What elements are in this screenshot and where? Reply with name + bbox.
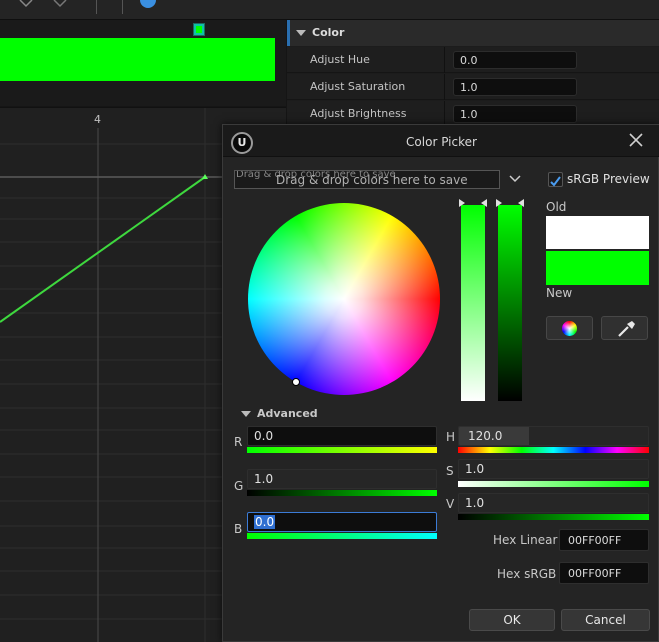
column-divider[interactable] <box>444 47 445 73</box>
channel-v-label: V <box>446 497 455 511</box>
hex-linear-input[interactable]: 00FF00FF <box>559 529 649 551</box>
channel-g-label: G <box>234 479 244 493</box>
old-color-swatch[interactable] <box>546 216 649 249</box>
property-row-adjust-hue: Adjust Hue 0.0 <box>287 47 659 73</box>
info-icon[interactable] <box>138 0 158 8</box>
details-panel: Color Adjust Hue 0.0 Adjust Saturation 1… <box>287 20 659 130</box>
gradient-bar[interactable] <box>0 38 275 81</box>
property-name: Adjust Hue <box>310 53 370 66</box>
saturation-channel-input[interactable]: 1.0 <box>458 459 649 479</box>
blue-channel-selection: 0.0 <box>254 515 276 529</box>
saturation-channel-gradient[interactable] <box>458 481 649 487</box>
old-color-label: Old <box>546 200 567 214</box>
hex-linear-label: Hex Linear <box>493 533 558 547</box>
chevron-down-icon[interactable] <box>508 173 522 185</box>
adjust-brightness-input[interactable]: 1.0 <box>453 105 577 123</box>
red-channel-input[interactable]: 0.0 <box>247 426 437 446</box>
color-wheel[interactable] <box>248 203 440 395</box>
checkmark-icon <box>550 176 561 187</box>
saturation-slider[interactable] <box>459 199 487 401</box>
property-name: Adjust Saturation <box>310 80 406 93</box>
value-channel-gradient[interactable] <box>458 514 649 520</box>
slider-handle-icon[interactable] <box>496 199 524 207</box>
hex-srgb-label: Hex sRGB <box>497 567 557 581</box>
green-channel-input[interactable]: 1.0 <box>247 469 437 489</box>
red-channel-gradient[interactable] <box>247 447 437 453</box>
srgb-preview-label: sRGB Preview <box>567 172 650 186</box>
color-wheel-selector[interactable] <box>292 378 300 386</box>
eyedropper-icon <box>618 321 635 337</box>
hue-channel-input[interactable]: 120.0 <box>458 426 649 446</box>
color-wheel-mode-button[interactable] <box>546 316 593 340</box>
channel-r-label: R <box>234 435 243 449</box>
editor-root: 4 Color Adjust Hue 0.0 Adjust Saturation… <box>0 0 659 642</box>
category-color-header[interactable]: Color <box>287 20 659 46</box>
eyedropper-button[interactable] <box>601 316 648 340</box>
advanced-section-label[interactable]: Advanced <box>257 407 318 420</box>
gradient-preview-panel <box>0 20 286 106</box>
green-channel-gradient[interactable] <box>247 490 437 496</box>
toolbar-divider <box>122 0 123 14</box>
adjust-hue-input[interactable]: 0.0 <box>453 51 577 69</box>
hex-srgb-input[interactable]: 00FF00FF <box>559 562 649 584</box>
color-theme-drop-area[interactable]: Drag & drop colors here to save Drag & d… <box>234 170 500 189</box>
color-picker-window: U Color Picker Drag & drop colors here t… <box>222 124 659 642</box>
channel-h-label: H <box>446 430 456 444</box>
theme-bar-text: Drag & drop colors here to save <box>276 173 468 187</box>
new-color-label: New <box>546 286 573 300</box>
srgb-preview-checkbox[interactable] <box>548 172 563 187</box>
color-wheel-icon <box>562 321 577 336</box>
move-icon[interactable] <box>18 0 34 8</box>
property-row-adjust-saturation: Adjust Saturation 1.0 <box>287 74 659 100</box>
gradient-stop-handle[interactable] <box>193 23 205 36</box>
snap-icon[interactable] <box>96 0 97 14</box>
cancel-button[interactable]: Cancel <box>561 609 650 631</box>
collapse-arrow-icon[interactable] <box>296 30 306 36</box>
hue-value: 120.0 <box>468 429 503 443</box>
window-titlebar[interactable]: U Color Picker <box>223 125 659 157</box>
axis-tick-label: 4 <box>94 113 101 126</box>
channel-s-label: S <box>446 464 454 478</box>
column-divider[interactable] <box>444 74 445 100</box>
category-label: Color <box>312 26 345 39</box>
hue-channel-gradient[interactable] <box>458 447 649 453</box>
slider-handle-icon[interactable] <box>459 199 487 207</box>
value-slider[interactable] <box>496 199 524 401</box>
top-toolbar <box>0 0 659 20</box>
select-icon[interactable] <box>52 0 68 8</box>
blue-channel-gradient[interactable] <box>247 533 437 539</box>
blue-channel-input[interactable]: 0.0 <box>247 512 437 532</box>
property-name: Adjust Brightness <box>310 107 407 120</box>
ok-button[interactable]: OK <box>469 609 555 631</box>
close-icon[interactable] <box>626 130 646 150</box>
channel-b-label: B <box>234 522 243 536</box>
adjust-saturation-input[interactable]: 1.0 <box>453 78 577 96</box>
window-title: Color Picker <box>406 135 477 149</box>
new-color-swatch <box>546 251 649 285</box>
advanced-collapse-arrow-icon[interactable] <box>241 411 251 417</box>
value-channel-input[interactable]: 1.0 <box>458 493 649 513</box>
